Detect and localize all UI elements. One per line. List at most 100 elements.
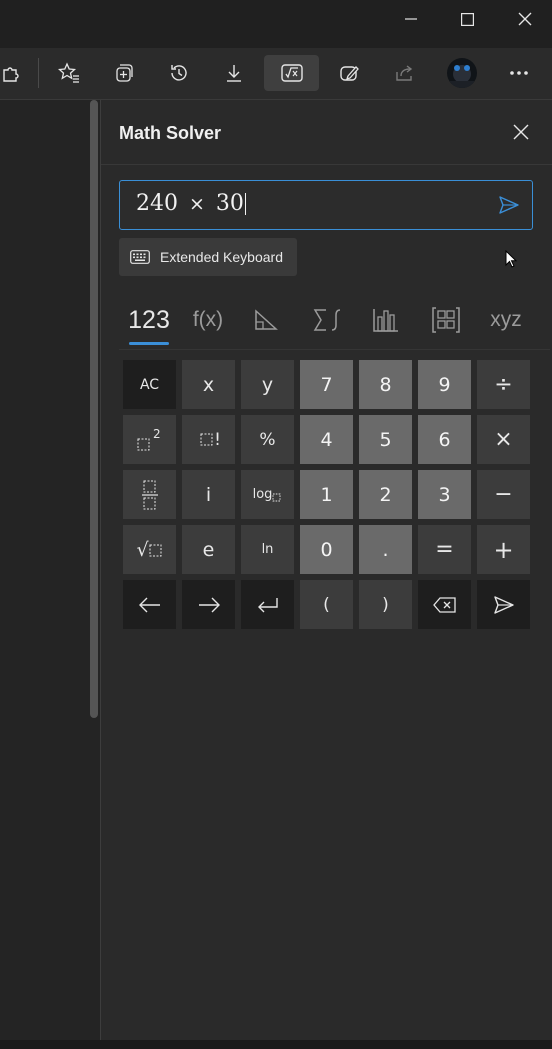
key-imaginary[interactable]: i xyxy=(182,470,235,519)
more-icon xyxy=(510,71,528,75)
share-icon xyxy=(396,65,413,81)
key-factorial[interactable]: ! xyxy=(182,415,235,464)
key-8[interactable]: 8 xyxy=(359,360,412,409)
key-3[interactable]: 3 xyxy=(418,470,471,519)
key-plus[interactable]: + xyxy=(477,525,530,574)
favorites-button[interactable] xyxy=(50,55,88,91)
fraction-icon xyxy=(141,480,158,509)
key-square-root[interactable]: √ xyxy=(123,525,176,574)
page-content-area xyxy=(0,100,101,1049)
extensions-button[interactable] xyxy=(0,55,30,91)
key-cursor-right[interactable] xyxy=(182,580,235,629)
svg-text:2: 2 xyxy=(153,427,161,441)
keyboard-icon xyxy=(130,250,150,264)
share-button[interactable] xyxy=(385,55,423,91)
tab-trigonometry[interactable] xyxy=(241,296,291,344)
toolbar-separator xyxy=(38,58,39,88)
log-label: log xyxy=(252,487,273,502)
maximize-icon xyxy=(460,12,474,26)
profile-button[interactable] xyxy=(443,55,481,91)
matrix-icon xyxy=(432,307,460,333)
key-fraction[interactable] xyxy=(123,470,176,519)
operator-sign: × xyxy=(189,193,205,215)
tab-variables[interactable]: xyz xyxy=(479,296,533,344)
extended-keyboard-button[interactable]: Extended Keyboard xyxy=(119,238,297,276)
sqrt-placeholder-icon xyxy=(149,544,162,556)
key-decimal[interactable]: . xyxy=(359,525,412,574)
tab-functions[interactable]: f(x) xyxy=(181,296,235,344)
downloads-icon xyxy=(227,65,241,82)
panel-divider xyxy=(101,164,552,165)
more-options-button[interactable] xyxy=(500,55,538,91)
key-0[interactable]: 0 xyxy=(300,525,353,574)
web-capture-icon xyxy=(340,66,359,81)
panel-title: Math Solver xyxy=(119,123,222,143)
active-tab-indicator xyxy=(129,342,169,345)
math-input[interactable]: 240 × 30 xyxy=(119,180,533,230)
tab-statistics[interactable] xyxy=(361,296,411,344)
close-window-button[interactable] xyxy=(496,0,552,38)
math-solver-button[interactable] xyxy=(264,55,319,91)
math-solver-icon xyxy=(280,64,303,82)
favorites-icon xyxy=(58,62,79,83)
history-icon xyxy=(171,65,187,81)
arrow-right-icon xyxy=(198,597,220,612)
factorial-sign: ! xyxy=(214,429,221,450)
close-icon xyxy=(513,124,529,140)
key-log[interactable]: log xyxy=(241,470,294,519)
key-percent[interactable]: % xyxy=(241,415,294,464)
profile-avatar xyxy=(447,58,477,88)
key-equals[interactable]: = xyxy=(418,525,471,574)
triangle-icon xyxy=(255,309,278,330)
web-capture-button[interactable] xyxy=(330,55,368,91)
arrow-left-icon xyxy=(138,597,160,612)
send-icon[interactable] xyxy=(498,194,520,216)
sqrt-sign: √ xyxy=(136,538,149,561)
key-submit[interactable] xyxy=(477,580,530,629)
maximize-button[interactable] xyxy=(438,0,496,38)
operand-b: 30 xyxy=(215,191,244,216)
key-multiply[interactable]: × xyxy=(477,415,530,464)
enter-icon xyxy=(257,597,278,612)
math-solver-panel: Math Solver 240 × 30 Extended Keyboard 1… xyxy=(101,100,552,1049)
collections-icon xyxy=(116,64,133,82)
key-euler[interactable]: e xyxy=(182,525,235,574)
send-icon xyxy=(493,595,514,614)
collections-button[interactable] xyxy=(105,55,143,91)
browser-toolbar xyxy=(0,48,552,100)
key-all-clear[interactable]: AC xyxy=(123,360,176,409)
key-4[interactable]: 4 xyxy=(300,415,353,464)
tab-calculus[interactable] xyxy=(303,296,353,344)
history-button[interactable] xyxy=(160,55,198,91)
key-open-paren[interactable]: ( xyxy=(300,580,353,629)
title-bar xyxy=(0,0,552,48)
key-x[interactable]: x xyxy=(182,360,235,409)
close-panel-button[interactable] xyxy=(509,120,533,144)
key-y[interactable]: y xyxy=(241,360,294,409)
key-backspace[interactable] xyxy=(418,580,471,629)
key-divide[interactable]: ÷ xyxy=(477,360,530,409)
downloads-button[interactable] xyxy=(215,55,253,91)
key-9[interactable]: 9 xyxy=(418,360,471,409)
minimize-button[interactable] xyxy=(382,0,440,38)
key-2[interactable]: 2 xyxy=(359,470,412,519)
tab-matrices[interactable] xyxy=(421,296,471,344)
key-square[interactable]: 2 xyxy=(123,415,176,464)
close-icon xyxy=(518,12,532,26)
key-close-paren[interactable]: ) xyxy=(359,580,412,629)
extended-keyboard-label: Extended Keyboard xyxy=(160,249,283,265)
bar-chart-icon xyxy=(373,309,398,332)
factorial-icon xyxy=(200,433,213,445)
key-6[interactable]: 6 xyxy=(418,415,471,464)
math-expression: 240 × 30 xyxy=(136,191,246,216)
key-ln[interactable]: ln xyxy=(241,525,294,574)
page-scrollbar[interactable] xyxy=(90,100,98,718)
key-5[interactable]: 5 xyxy=(359,415,412,464)
key-enter[interactable] xyxy=(241,580,294,629)
key-7[interactable]: 7 xyxy=(300,360,353,409)
tab-numbers[interactable]: 123 xyxy=(119,296,179,344)
key-cursor-left[interactable] xyxy=(123,580,176,629)
key-minus[interactable]: − xyxy=(477,470,530,519)
key-1[interactable]: 1 xyxy=(300,470,353,519)
bottom-edge xyxy=(0,1040,552,1049)
